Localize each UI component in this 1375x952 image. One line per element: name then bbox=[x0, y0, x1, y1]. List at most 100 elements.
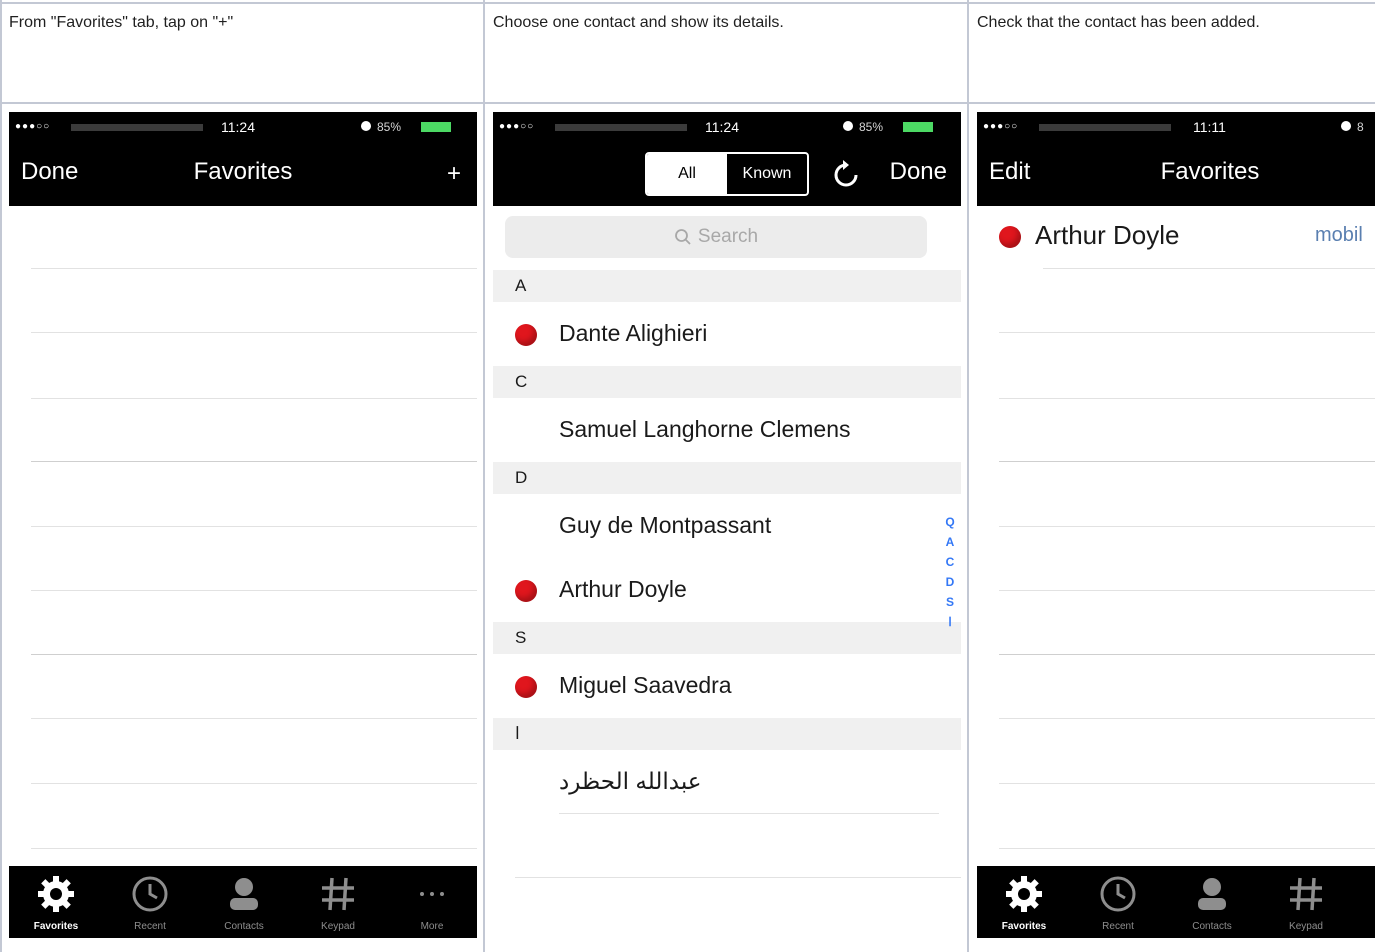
tab-recent[interactable]: Recent bbox=[103, 866, 197, 938]
empty-row-divider bbox=[999, 332, 1375, 333]
favorite-dot-icon bbox=[515, 676, 537, 698]
index-letter[interactable]: ا bbox=[943, 612, 957, 632]
status-bar: ●●●○○ 11:24 85% bbox=[493, 112, 961, 142]
contact-name: Dante Alighieri bbox=[559, 320, 708, 346]
empty-row-divider bbox=[31, 461, 477, 462]
favorite-contact-name[interactable]: Arthur Doyle bbox=[1035, 220, 1180, 251]
refresh-icon[interactable] bbox=[829, 158, 863, 192]
contact-name: Guy de Montpassant bbox=[559, 512, 772, 538]
favorite-phone-type: mobil bbox=[1315, 224, 1363, 246]
search-placeholder: Search bbox=[697, 226, 759, 247]
alarm-icon bbox=[843, 121, 853, 131]
carrier-bar bbox=[555, 124, 687, 131]
tab-more[interactable]: More bbox=[385, 866, 477, 938]
index-letter[interactable]: C bbox=[943, 552, 957, 572]
segment-all[interactable]: All bbox=[647, 154, 727, 194]
tab-label: More bbox=[420, 921, 444, 932]
favorite-dot-icon bbox=[515, 324, 537, 346]
favorite-dot-icon bbox=[515, 580, 537, 602]
signal-icon: ●●●○○ bbox=[983, 121, 1019, 132]
contact-row[interactable]: Samuel Langhorne Clemens bbox=[493, 398, 961, 462]
contact-name: Samuel Langhorne Clemens bbox=[559, 416, 851, 442]
contact-name: عبدالله الحظرد bbox=[559, 768, 702, 794]
table-border-col1 bbox=[483, 0, 485, 952]
battery-percent: 85% bbox=[859, 120, 884, 134]
tab-label: Contacts bbox=[1192, 921, 1232, 932]
page-title: Favorites bbox=[1160, 158, 1260, 185]
person-icon bbox=[230, 878, 258, 910]
empty-row-divider bbox=[999, 461, 1375, 462]
done-button[interactable]: Done bbox=[890, 158, 947, 186]
empty-row-divider bbox=[999, 590, 1375, 591]
nav-bar: Edit Favorites bbox=[977, 142, 1375, 206]
empty-row-divider bbox=[31, 654, 477, 655]
clock-icon bbox=[1100, 876, 1136, 912]
index-letter[interactable]: S bbox=[943, 592, 957, 612]
alarm-icon bbox=[1341, 121, 1351, 131]
tab-contacts[interactable]: Contacts bbox=[197, 866, 291, 938]
empty-row-divider bbox=[31, 590, 477, 591]
tab-keypad[interactable]: Keypad bbox=[291, 866, 385, 938]
contact-row[interactable]: عبدالله الحظرد bbox=[493, 750, 961, 814]
carrier-bar bbox=[1039, 124, 1171, 131]
section-header: D bbox=[493, 462, 961, 494]
empty-row-divider bbox=[31, 783, 477, 784]
hash-icon bbox=[322, 877, 354, 911]
section-header: S bbox=[493, 622, 961, 654]
tab-label: Recent bbox=[134, 921, 166, 932]
tab-keypad[interactable]: Keypad bbox=[1259, 866, 1353, 938]
empty-row-divider bbox=[31, 718, 477, 719]
search-icon bbox=[674, 229, 691, 245]
phone-screen-favorites-empty: ●●●○○ 11:24 85% Done Favorites + Favorit… bbox=[9, 112, 477, 938]
table-border-col2 bbox=[967, 0, 969, 952]
battery-percent: 8 bbox=[1357, 120, 1364, 134]
battery-icon bbox=[903, 122, 933, 132]
tab-favorites[interactable]: Favorites bbox=[977, 866, 1071, 938]
segment-known[interactable]: Known bbox=[727, 154, 807, 194]
status-bar: ●●●○○ 11:11 8 bbox=[977, 112, 1375, 142]
search-input[interactable]: Search bbox=[505, 216, 927, 258]
tab-favorites[interactable]: Favorites bbox=[9, 866, 103, 938]
contacts-filter-segmented: All Known bbox=[645, 152, 809, 196]
step-caption-2: Choose one contact and show its details. bbox=[493, 14, 784, 31]
page-title: Favorites bbox=[193, 158, 293, 185]
empty-row-divider bbox=[999, 654, 1375, 655]
contact-row[interactable]: Arthur Doyle bbox=[493, 558, 961, 622]
index-search[interactable]: Q bbox=[943, 512, 957, 532]
signal-icon: ●●●○○ bbox=[499, 121, 535, 132]
contact-row[interactable]: Dante Alighieri bbox=[493, 302, 961, 366]
signal-icon: ●●●○○ bbox=[15, 121, 51, 132]
contact-row[interactable]: Guy de Montpassant bbox=[493, 494, 961, 558]
empty-row-divider bbox=[31, 848, 477, 849]
add-favorite-button[interactable]: + bbox=[447, 160, 461, 188]
clock-icon bbox=[132, 876, 168, 912]
contact-row[interactable]: Miguel Saavedra bbox=[493, 654, 961, 718]
person-icon bbox=[1198, 878, 1226, 910]
index-letter[interactable]: D bbox=[943, 572, 957, 592]
tab-label: Keypad bbox=[1289, 921, 1323, 932]
section-header: A bbox=[493, 270, 961, 302]
battery-percent: 85% bbox=[377, 120, 402, 134]
carrier-bar bbox=[71, 124, 203, 131]
empty-row-divider bbox=[999, 398, 1375, 399]
empty-row-divider bbox=[999, 526, 1375, 527]
status-time: 11:24 bbox=[221, 119, 255, 135]
tab-label: Contacts bbox=[224, 921, 264, 932]
section-index-bar[interactable]: Q A C D S ا bbox=[943, 512, 957, 632]
row-divider bbox=[515, 877, 961, 878]
empty-row-divider bbox=[999, 718, 1375, 719]
step-caption-3: Check that the contact has been added. bbox=[977, 14, 1260, 31]
contact-name: Miguel Saavedra bbox=[559, 672, 732, 698]
tab-contacts[interactable]: Contacts bbox=[1165, 866, 1259, 938]
hash-icon bbox=[1290, 877, 1322, 911]
section-header: C bbox=[493, 366, 961, 398]
phone-screen-contact-picker: ●●●○○ 11:24 85% All Known Done Search A … bbox=[493, 112, 961, 952]
tab-recent[interactable]: Recent bbox=[1071, 866, 1165, 938]
contact-name: Arthur Doyle bbox=[559, 576, 687, 602]
section-header: ا bbox=[493, 718, 961, 750]
empty-row-divider bbox=[31, 526, 477, 527]
empty-row-divider bbox=[999, 848, 1375, 849]
row-divider bbox=[559, 813, 939, 814]
row-divider bbox=[1043, 268, 1375, 269]
index-letter[interactable]: A bbox=[943, 532, 957, 552]
